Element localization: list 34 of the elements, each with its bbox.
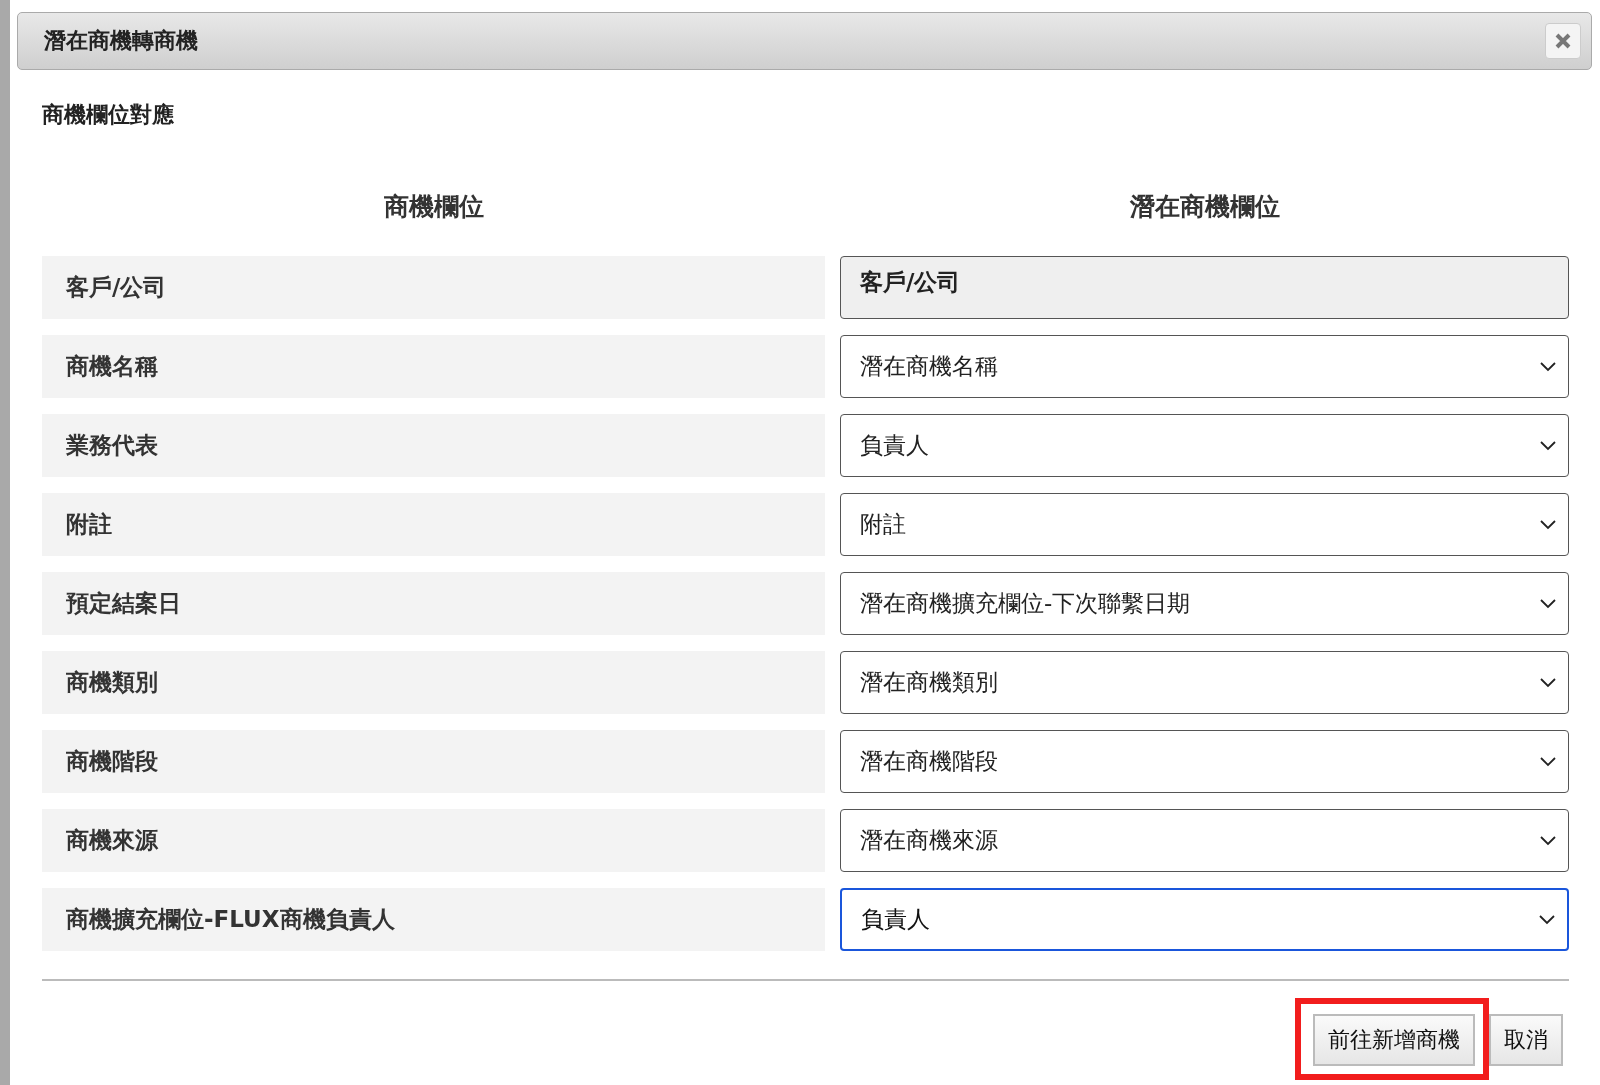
section-title: 商機欄位對應 bbox=[42, 101, 175, 129]
chevron-down-icon bbox=[1540, 677, 1556, 688]
select-field[interactable]: 負責人 bbox=[840, 888, 1569, 951]
select-field[interactable]: 潛在商機名稱 bbox=[840, 335, 1569, 398]
field-label: 商機名稱 bbox=[42, 335, 825, 398]
select-field[interactable]: 潛在商機階段 bbox=[840, 730, 1569, 793]
close-button[interactable] bbox=[1545, 23, 1581, 59]
chevron-down-icon bbox=[1539, 914, 1555, 925]
select-field[interactable]: 潛在商機類別 bbox=[840, 651, 1569, 714]
field-label: 商機來源 bbox=[42, 809, 825, 872]
select-field[interactable]: 負責人 bbox=[840, 414, 1569, 477]
chevron-down-icon bbox=[1540, 598, 1556, 609]
field-label: 業務代表 bbox=[42, 414, 825, 477]
chevron-down-icon bbox=[1540, 756, 1556, 767]
chevron-down-icon bbox=[1540, 361, 1556, 372]
column-header: 潛在商機欄位 bbox=[1128, 191, 1281, 223]
chevron-down-icon bbox=[1540, 519, 1556, 530]
field-label: 商機階段 bbox=[42, 730, 825, 793]
chevron-down-icon bbox=[1540, 835, 1556, 846]
chevron-down-icon bbox=[1540, 440, 1556, 451]
action-button[interactable]: 前往新增商機 bbox=[1313, 1014, 1475, 1066]
field-label: 商機擴充欄位-FLUX商機負責人 bbox=[42, 888, 825, 951]
readonly-field: 客戶/公司 bbox=[840, 256, 1569, 319]
field-label: 附註 bbox=[42, 493, 825, 556]
field-label: 預定結案日 bbox=[42, 572, 825, 635]
column-header: 商機欄位 bbox=[382, 191, 485, 223]
select-field[interactable]: 附註 bbox=[840, 493, 1569, 556]
action-button[interactable]: 取消 bbox=[1489, 1014, 1563, 1066]
select-field[interactable]: 潛在商機擴充欄位-下次聯繫日期 bbox=[840, 572, 1569, 635]
close-icon bbox=[1555, 33, 1571, 49]
field-label: 商機類別 bbox=[42, 651, 825, 714]
window-title: 潛在商機轉商機 bbox=[44, 27, 198, 55]
select-field[interactable]: 潛在商機來源 bbox=[840, 809, 1569, 872]
field-label: 客戶/公司 bbox=[42, 256, 825, 319]
